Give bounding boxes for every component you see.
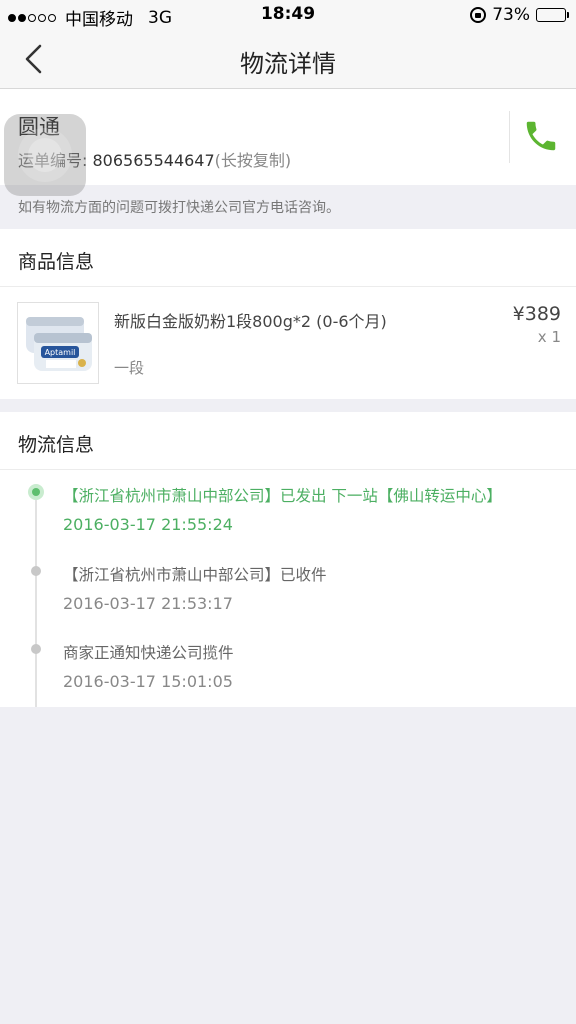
navigation-bar: 物流详情 [0, 30, 576, 89]
event-description: 【浙江省杭州市萧山中部公司】已发出 下一站【佛山转运中心】 [63, 487, 502, 505]
carrier-card: 圆通 运单编号: 806565544647(长按复制) [0, 89, 576, 185]
page-title: 物流详情 [240, 50, 336, 78]
tracking-timeline: 【浙江省杭州市萧山中部公司】已发出 下一站【佛山转运中心】 2016-03-17… [0, 470, 576, 707]
copy-hint: (长按复制) [214, 151, 292, 170]
goods-section-header: 商品信息 [0, 229, 576, 287]
logistics-section-title: 物流信息 [18, 434, 95, 456]
milk-powder-can-icon: Aptamil [26, 317, 92, 371]
battery-percent: 73% [492, 5, 530, 25]
event-description: 【浙江省杭州市萧山中部公司】已收件 [63, 566, 327, 584]
event-time: 2016-03-17 21:55:24 [63, 515, 233, 534]
status-right: 73% [470, 5, 569, 25]
product-quantity: x 1 [537, 328, 561, 346]
divider [509, 111, 510, 163]
rotation-lock-icon [470, 7, 487, 23]
support-notice: 如有物流方面的问题可拨打快递公司官方电话咨询。 [18, 200, 340, 216]
status-dot-icon [31, 566, 41, 576]
status-dot-icon [31, 644, 41, 654]
product-spec: 一段 [114, 359, 145, 377]
status-bar: 中国移动 3G 18:49 73% [0, 0, 576, 30]
phone-call-icon[interactable] [522, 117, 560, 155]
product-image[interactable]: Aptamil [17, 302, 99, 384]
product-name: 新版白金版奶粉1段800g*2 (0-6个月) [114, 312, 387, 331]
logistics-section-header: 物流信息 [0, 412, 576, 470]
event-time: 2016-03-17 15:01:05 [63, 672, 233, 691]
event-description: 商家正通知快递公司揽件 [63, 644, 234, 662]
assistive-touch-button[interactable] [4, 114, 86, 196]
battery-icon [536, 8, 569, 22]
goods-section-title: 商品信息 [18, 251, 95, 273]
event-time: 2016-03-17 21:53:17 [63, 594, 233, 613]
waybill-number[interactable]: 806565544647 [93, 151, 215, 170]
product-item[interactable]: Aptamil 新版白金版奶粉1段800g*2 (0-6个月) 一段 ¥389 … [0, 287, 576, 399]
product-price: ¥389 [512, 303, 561, 325]
product-brand: Aptamil [45, 348, 76, 357]
timeline-line [35, 492, 37, 707]
current-status-dot-icon [28, 484, 44, 500]
